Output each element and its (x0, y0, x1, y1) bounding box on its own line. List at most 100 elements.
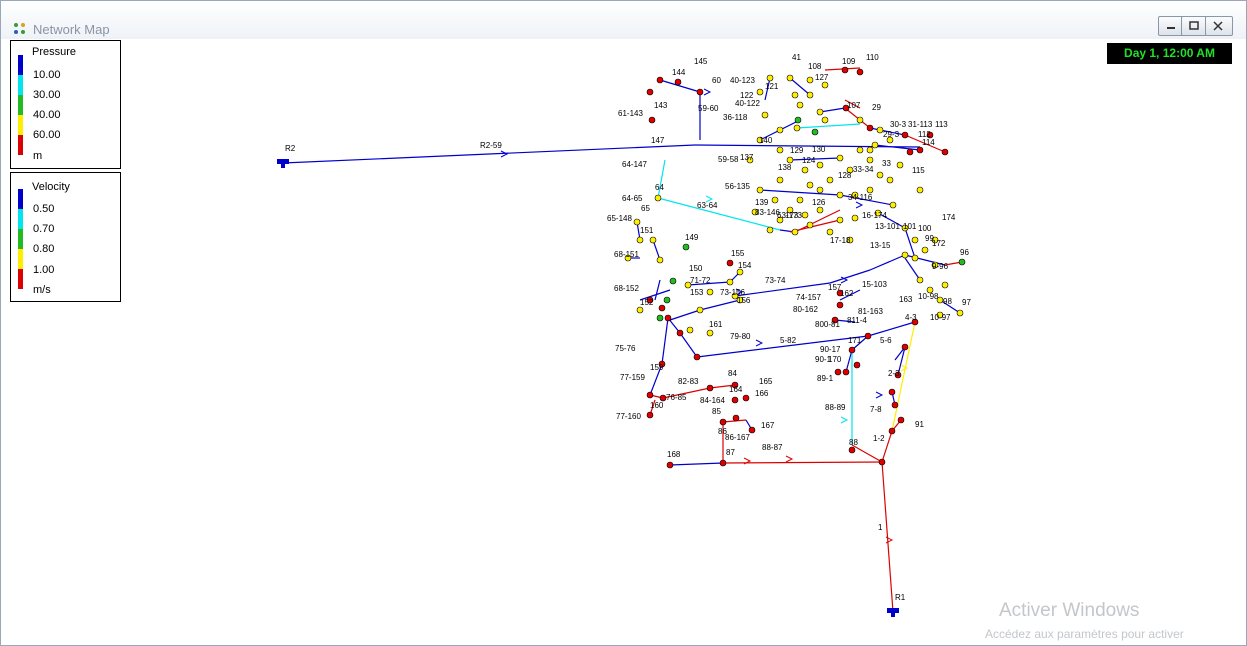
pipe[interactable] (819, 107, 846, 113)
pipe[interactable] (654, 279, 661, 301)
junction-node[interactable] (786, 74, 794, 82)
junction-node[interactable] (766, 226, 774, 234)
junction-node[interactable] (796, 101, 804, 109)
pipe[interactable] (851, 444, 883, 463)
junction-node[interactable] (856, 146, 864, 154)
junction-node[interactable] (821, 81, 829, 89)
junction-node[interactable] (664, 314, 672, 322)
pipe[interactable] (679, 332, 698, 358)
junction-node[interactable] (886, 176, 894, 184)
junction-node[interactable] (732, 414, 740, 422)
junction-node[interactable] (636, 236, 644, 244)
pressure-legend[interactable]: Pressure 10.00 30.00 40.00 60.00 m (10, 40, 121, 169)
junction-node[interactable] (761, 111, 769, 119)
junction-node[interactable] (901, 251, 909, 259)
junction-node[interactable] (806, 221, 814, 229)
junction-node[interactable] (864, 332, 872, 340)
junction-node[interactable] (896, 161, 904, 169)
junction-node[interactable] (756, 88, 764, 96)
junction-node[interactable] (834, 368, 842, 376)
reservoir-icon[interactable] (887, 608, 899, 617)
junction-node[interactable] (841, 66, 849, 74)
junction-node[interactable] (871, 141, 879, 149)
junction-node[interactable] (888, 388, 896, 396)
junction-node[interactable] (826, 176, 834, 184)
junction-node[interactable] (901, 343, 909, 351)
junction-node[interactable] (791, 91, 799, 99)
junction-node[interactable] (776, 176, 784, 184)
junction-node[interactable] (682, 243, 690, 251)
pipe[interactable] (867, 321, 916, 337)
junction-node[interactable] (663, 296, 671, 304)
junction-node[interactable] (696, 306, 704, 314)
pipe[interactable] (657, 159, 666, 199)
junction-node[interactable] (816, 206, 824, 214)
junction-node[interactable] (866, 146, 874, 154)
junction-node[interactable] (696, 88, 704, 96)
junction-node[interactable] (836, 191, 844, 199)
junction-node[interactable] (726, 278, 734, 286)
junction-node[interactable] (826, 228, 834, 236)
junction-node[interactable] (958, 258, 966, 266)
junction-node[interactable] (897, 416, 905, 424)
junction-node[interactable] (776, 146, 784, 154)
junction-node[interactable] (806, 76, 814, 84)
junction-node[interactable] (658, 304, 666, 312)
junction-node[interactable] (836, 154, 844, 162)
junction-node[interactable] (891, 401, 899, 409)
junction-node[interactable] (646, 391, 654, 399)
junction-node[interactable] (731, 396, 739, 404)
pipe[interactable] (869, 254, 906, 271)
junction-node[interactable] (649, 236, 657, 244)
junction-node[interactable] (842, 368, 850, 376)
junction-node[interactable] (916, 186, 924, 194)
junction-node[interactable] (956, 309, 964, 317)
junction-node[interactable] (674, 78, 682, 86)
junction-node[interactable] (719, 459, 727, 467)
junction-node[interactable] (669, 277, 677, 285)
pipe[interactable] (669, 309, 701, 321)
junction-node[interactable] (941, 281, 949, 289)
junction-node[interactable] (851, 214, 859, 222)
pipe[interactable] (699, 299, 741, 311)
junction-node[interactable] (719, 418, 727, 426)
pipe[interactable] (661, 317, 669, 365)
pipe[interactable] (904, 257, 921, 281)
junction-node[interactable] (796, 196, 804, 204)
junction-node[interactable] (656, 314, 664, 322)
junction-node[interactable] (856, 68, 864, 76)
reservoir-icon[interactable] (277, 159, 289, 168)
junction-node[interactable] (856, 116, 864, 124)
junction-node[interactable] (706, 288, 714, 296)
junction-node[interactable] (916, 146, 924, 154)
junction-node[interactable] (794, 116, 802, 124)
junction-node[interactable] (806, 181, 814, 189)
junction-node[interactable] (888, 427, 896, 435)
junction-node[interactable] (876, 171, 884, 179)
junction-node[interactable] (848, 346, 856, 354)
junction-node[interactable] (656, 76, 664, 84)
junction-node[interactable] (706, 384, 714, 392)
junction-node[interactable] (686, 326, 694, 334)
pipe[interactable] (796, 123, 861, 129)
junction-node[interactable] (836, 216, 844, 224)
junction-node[interactable] (816, 161, 824, 169)
junction-node[interactable] (806, 91, 814, 99)
junction-node[interactable] (906, 148, 914, 156)
junction-node[interactable] (693, 353, 701, 361)
junction-node[interactable] (633, 218, 641, 226)
junction-node[interactable] (801, 166, 809, 174)
junction-node[interactable] (889, 201, 897, 209)
junction-node[interactable] (911, 254, 919, 262)
junction-node[interactable] (821, 116, 829, 124)
junction-node[interactable] (648, 116, 656, 124)
junction-node[interactable] (791, 228, 799, 236)
junction-node[interactable] (636, 306, 644, 314)
junction-node[interactable] (878, 458, 886, 466)
junction-node[interactable] (656, 256, 664, 264)
network-map[interactable]: R1 R2 R2-59 1 1-2 2-3 4-3 5-6 5-82 79-80 88-87 86-1… (0, 0, 1247, 646)
junction-node[interactable] (848, 446, 856, 454)
junction-node[interactable] (676, 329, 684, 337)
junction-node[interactable] (836, 301, 844, 309)
pipe[interactable] (845, 349, 853, 373)
